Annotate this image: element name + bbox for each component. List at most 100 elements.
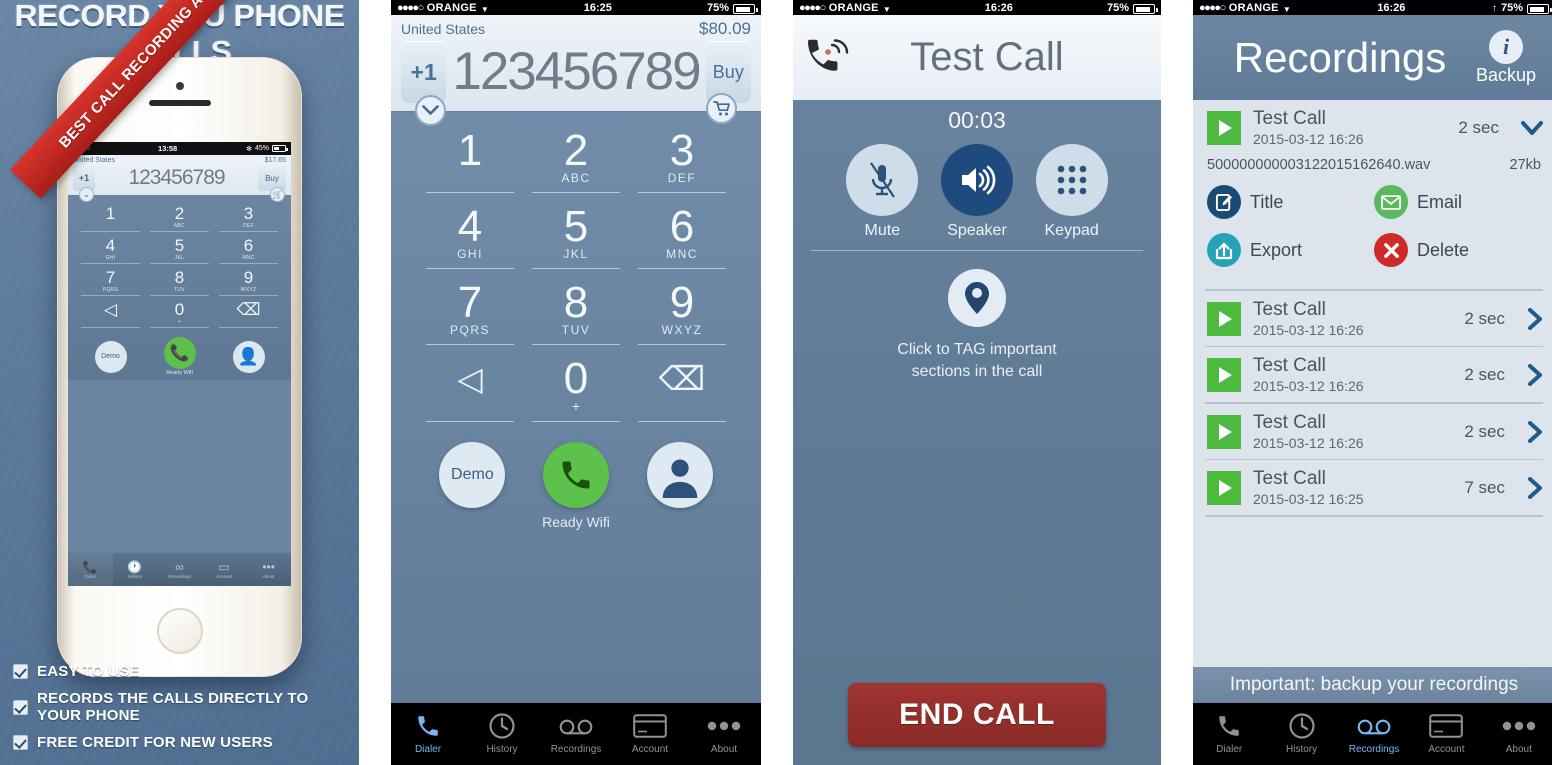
chevron-right-icon[interactable] bbox=[1527, 307, 1543, 330]
card-icon bbox=[633, 711, 667, 741]
play-icon[interactable] bbox=[1207, 414, 1241, 449]
export-action[interactable]: Export bbox=[1207, 233, 1374, 267]
phone-number-display[interactable]: 123456789 bbox=[452, 41, 701, 103]
key-7[interactable]: 7 PQRS bbox=[426, 279, 514, 345]
edit-icon bbox=[1207, 185, 1241, 219]
mini-buy-button[interactable]: Buy bbox=[258, 165, 286, 191]
chevron-right-icon[interactable] bbox=[1527, 477, 1543, 499]
tab-about[interactable]: About bbox=[1483, 711, 1552, 755]
delete-action[interactable]: Delete bbox=[1374, 233, 1541, 267]
mini-key-4[interactable]: 4 GHI bbox=[81, 237, 140, 264]
tag-section: Click to TAG important sections in the c… bbox=[793, 269, 1161, 383]
recording-row[interactable]: Test Call 2015-03-12 16:26 2 sec bbox=[1193, 347, 1552, 402]
dialer-action-row: Demo Ready Wifi bbox=[391, 432, 761, 530]
play-icon[interactable] bbox=[1207, 471, 1241, 505]
key-9[interactable]: 9 WXYZ bbox=[638, 279, 726, 345]
mini-key-delete[interactable]: ⌫ bbox=[219, 301, 278, 328]
tab-account[interactable]: Account bbox=[1410, 711, 1482, 755]
chevron-down-icon[interactable] bbox=[1521, 120, 1543, 136]
play-icon[interactable] bbox=[1207, 358, 1241, 392]
key-5[interactable]: 5 JKL bbox=[532, 203, 620, 269]
tab-account[interactable]: Account bbox=[613, 711, 687, 755]
recording-row[interactable]: Test Call 2015-03-12 16:26 2 sec bbox=[1193, 291, 1552, 346]
tab-bar: Dialer History Recordings Account About bbox=[1193, 703, 1552, 765]
play-icon[interactable] bbox=[1207, 111, 1241, 145]
demo-button[interactable]: Demo bbox=[439, 442, 506, 508]
key-0[interactable]: 0 + bbox=[532, 355, 620, 422]
speaker-button[interactable] bbox=[940, 144, 1013, 216]
mini-tab-dialer[interactable]: 📞 Dialer bbox=[68, 553, 113, 586]
title-action[interactable]: Title bbox=[1207, 185, 1374, 219]
mini-key-digit: 6 bbox=[243, 236, 254, 255]
battery-icon bbox=[1133, 4, 1158, 14]
key-back-arrow[interactable]: ◁ bbox=[426, 355, 514, 422]
key-delete[interactable]: ⌫ bbox=[638, 355, 726, 422]
mini-key-8[interactable]: 8 TUV bbox=[150, 269, 209, 296]
feature-item: FREE CREDIT FOR NEW USERS bbox=[13, 734, 353, 751]
chevron-right-icon[interactable] bbox=[1527, 420, 1543, 443]
call-button[interactable] bbox=[542, 442, 609, 508]
mini-key-5[interactable]: 5 JKL bbox=[150, 237, 209, 264]
mini-key-0[interactable]: 0 + bbox=[150, 301, 209, 328]
cart-icon[interactable] bbox=[706, 93, 737, 124]
feature-label: RECORDS THE CALLS DIRECTLY TO YOUR PHONE bbox=[37, 690, 309, 724]
mini-chevron-down-icon[interactable]: ⌄ bbox=[79, 187, 94, 202]
recording-row[interactable]: Test Call 2015-03-12 16:26 2 sec bbox=[1193, 404, 1552, 459]
key-digit: 4 bbox=[457, 202, 483, 251]
mini-tab-history[interactable]: 🕐 History bbox=[113, 553, 158, 586]
key-2[interactable]: 2 ABC bbox=[532, 127, 620, 193]
promo-phone-mockup: ●●●●○ 13:58 ✻ 45% United States $17.65 +… bbox=[10, 0, 302, 677]
mini-key-2[interactable]: 2 ABC bbox=[150, 205, 209, 232]
recording-row[interactable]: Test Call 2015-03-12 16:25 7 sec bbox=[1193, 460, 1552, 515]
mini-key-3[interactable]: 3 DEF bbox=[219, 205, 278, 232]
tag-button[interactable] bbox=[948, 269, 1006, 327]
mini-key-9[interactable]: 9 WXYZ bbox=[219, 269, 278, 296]
chevron-down-icon[interactable] bbox=[415, 95, 446, 126]
mini-key-7[interactable]: 7 PQRS bbox=[81, 269, 140, 296]
keypad-button[interactable] bbox=[1035, 144, 1108, 216]
mini-cart-icon[interactable]: 🛒 bbox=[270, 187, 285, 202]
mini-key-letters: MNC bbox=[242, 255, 255, 261]
email-action[interactable]: Email bbox=[1374, 185, 1541, 219]
tab-dialer[interactable]: Dialer bbox=[1193, 711, 1265, 755]
divider bbox=[1205, 515, 1543, 517]
mini-status-bar: ●●●●○ 13:58 ✻ 45% bbox=[68, 142, 291, 155]
phone-icon bbox=[415, 711, 441, 741]
mute-button[interactable] bbox=[846, 144, 919, 216]
recording-row-expanded[interactable]: Test Call 2015-03-12 16:26 2 sec bbox=[1193, 100, 1552, 155]
key-3[interactable]: 3 DEF bbox=[638, 127, 726, 193]
mini-demo-button[interactable]: Demo bbox=[94, 340, 127, 373]
mini-call-button[interactable]: 📞 bbox=[163, 337, 196, 369]
mini-number-display[interactable]: 123456789 bbox=[98, 166, 255, 190]
carrier-label: ORANGE bbox=[828, 2, 879, 14]
end-call-button[interactable]: END CALL bbox=[848, 683, 1106, 747]
tab-dialer[interactable]: Dialer bbox=[391, 711, 465, 755]
mini-tab-account[interactable]: ▭ Account bbox=[202, 553, 247, 586]
country-prefix-button[interactable]: +1 bbox=[401, 41, 447, 103]
mini-key-1[interactable]: 1 bbox=[81, 205, 140, 232]
mini-tab-recordings[interactable]: ∞ Recordings bbox=[157, 553, 202, 586]
chevron-right-icon[interactable] bbox=[1527, 364, 1543, 386]
recording-duration: 2 sec bbox=[1464, 308, 1505, 328]
tab-recordings[interactable]: Recordings bbox=[1338, 711, 1410, 755]
map-pin-icon bbox=[965, 282, 989, 314]
mini-contacts-button[interactable]: 👤 bbox=[232, 340, 265, 373]
key-6[interactable]: 6 MNC bbox=[638, 203, 726, 269]
key-1[interactable]: 1 bbox=[426, 127, 514, 193]
tab-about[interactable]: About bbox=[687, 711, 761, 755]
key-8[interactable]: 8 TUV bbox=[532, 279, 620, 345]
tab-history[interactable]: History bbox=[1265, 711, 1337, 755]
tab-history[interactable]: History bbox=[465, 711, 539, 755]
backup-button[interactable]: i Backup bbox=[1469, 29, 1543, 86]
key-digit: 1 bbox=[457, 126, 483, 175]
mini-key-6[interactable]: 6 MNC bbox=[219, 237, 278, 264]
mini-tab-about[interactable]: ••• About bbox=[246, 553, 291, 586]
mini-key-letters: JKL bbox=[174, 255, 185, 261]
keypad-row: 7 PQRS 8 TUV 9 WXYZ bbox=[417, 279, 735, 355]
mini-key-back-arrow[interactable]: ◁ bbox=[81, 301, 140, 328]
tab-recordings[interactable]: Recordings bbox=[539, 711, 613, 755]
play-icon[interactable] bbox=[1207, 301, 1241, 336]
recording-file-row: 500000000003122015162640.wav 27kb bbox=[1193, 155, 1552, 181]
contacts-button[interactable] bbox=[646, 442, 713, 508]
key-4[interactable]: 4 GHI bbox=[426, 203, 514, 269]
